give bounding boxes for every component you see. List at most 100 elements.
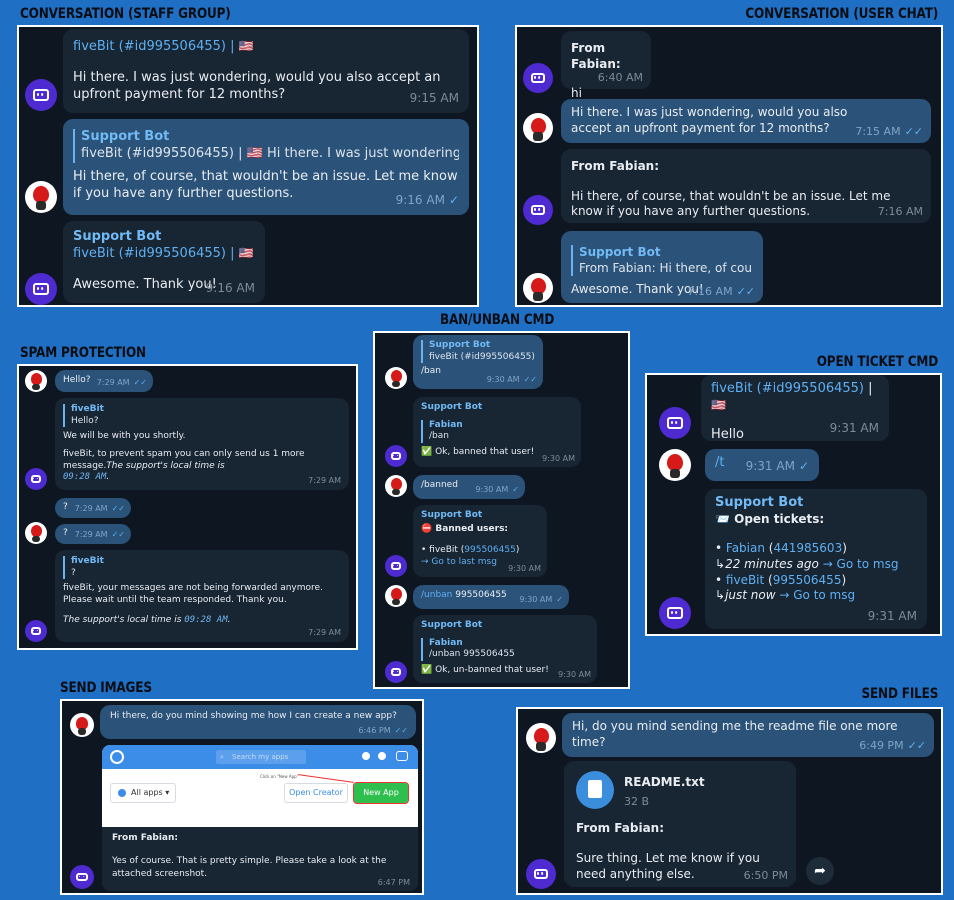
file-icon[interactable] xyxy=(576,771,614,809)
help-icon[interactable] xyxy=(362,752,370,760)
reply-quote[interactable]: Fabian /ban xyxy=(421,419,573,444)
user-avatar-icon[interactable] xyxy=(25,370,47,392)
bot-avatar-icon[interactable] xyxy=(523,195,553,225)
sender-name[interactable]: Support Bot xyxy=(715,495,917,512)
bot-avatar-icon[interactable] xyxy=(523,63,553,93)
message-text: We will be with you shortly. xyxy=(63,431,186,442)
label-send-images: Send Images xyxy=(60,680,152,696)
bot-avatar-icon[interactable] xyxy=(25,79,57,111)
user-avatar-icon[interactable] xyxy=(385,475,407,497)
quote-sender: Fabian xyxy=(429,637,463,648)
user-avatar-icon[interactable] xyxy=(25,181,57,213)
user-avatar-icon[interactable] xyxy=(523,273,553,303)
sender-name[interactable]: Support Bot xyxy=(421,510,539,522)
message-bubble: From Fabian: hi 6:40 AM xyxy=(561,31,651,100)
file-glyph xyxy=(588,780,602,798)
bot-avatar-icon[interactable] xyxy=(385,661,407,683)
double-check-icon: ✓✓ xyxy=(904,124,923,138)
command-text[interactable]: /t xyxy=(715,455,724,470)
message-header[interactable]: fiveBit (#id995506455) | xyxy=(73,246,235,261)
reply-quote[interactable]: Fabian /unban 995506455 xyxy=(421,637,589,662)
open-creator-button[interactable]: Open Creator xyxy=(284,783,348,803)
time-text: 9:16 AM xyxy=(395,193,445,208)
message-bubble: Support Bot ⛔ Banned users: • fiveBit (9… xyxy=(413,505,547,577)
panel-ban-unban: Support Bot fiveBit (#id995506455) ... /… xyxy=(373,331,630,689)
filter-dropdown[interactable]: All apps ▾ xyxy=(110,783,176,803)
new-app-button[interactable]: New App xyxy=(353,782,409,804)
bot-avatar-icon[interactable] xyxy=(659,597,691,629)
share-icon[interactable]: ➦ xyxy=(806,857,834,885)
reply-quote[interactable]: fiveBit ? xyxy=(63,556,341,580)
search-placeholder: Search my apps xyxy=(232,753,289,761)
sender-name[interactable]: Support Bot xyxy=(421,620,589,632)
message-time: 9:30 AM xyxy=(508,563,541,573)
user-id-link[interactable]: 995506455 xyxy=(464,545,516,555)
bot-avatar-icon[interactable] xyxy=(385,445,407,467)
message-bubble: Hi, do you mind sending me the readme fi… xyxy=(562,713,934,757)
panel-open-ticket: fiveBit (#id995506455) | 🇺🇸 Hello 9:31 A… xyxy=(645,373,942,636)
message-bubble: /unban 995506455 9:30 AM ✓ xyxy=(413,585,569,609)
file-name[interactable]: README.txt xyxy=(624,775,705,791)
command-text[interactable]: /unban xyxy=(421,590,452,600)
reply-quote[interactable]: Support Bot From Fabian: Hi there, of co… xyxy=(571,245,753,277)
user-avatar-icon[interactable] xyxy=(523,113,553,143)
from-label: From Fabian: xyxy=(112,833,179,843)
ticket-user-link[interactable]: fiveBit xyxy=(726,573,764,587)
ticket-user-link[interactable]: Fabian xyxy=(726,541,765,555)
message-time: 6:40 AM xyxy=(597,70,643,84)
message-text: The support's local time is 09:28 AM. xyxy=(63,615,341,627)
message-time: 9:31 AM ✓ xyxy=(746,459,809,475)
message-time: 9:30 AM ✓ xyxy=(519,595,563,605)
user-avatar-icon[interactable] xyxy=(25,522,47,544)
ticket-id-link[interactable]: 441985603 xyxy=(773,541,842,555)
quote-text: ? xyxy=(71,567,76,578)
message-bubble: fiveBit ? fiveBit, your messages are not… xyxy=(55,550,349,642)
separator: | xyxy=(868,381,873,396)
bot-avatar-icon[interactable] xyxy=(25,273,57,305)
ticket-item: • fiveBit (995506455) xyxy=(715,572,847,587)
bot-avatar-icon[interactable] xyxy=(659,407,691,439)
bot-avatar-icon[interactable] xyxy=(70,865,94,889)
bot-avatar-icon[interactable] xyxy=(25,468,47,490)
from-label: From Fabian: xyxy=(571,41,621,71)
message-time: 7:16 AM xyxy=(877,204,923,218)
message-bubble: /t 9:31 AM ✓ xyxy=(705,449,819,481)
sender-name[interactable]: Support Bot xyxy=(421,402,573,414)
community-icon[interactable] xyxy=(396,751,408,761)
time-text: 7:29 AM xyxy=(96,377,130,387)
flag-icon: 🇺🇸 xyxy=(238,39,254,53)
bot-avatar-icon[interactable] xyxy=(385,555,407,577)
go-to-msg-link[interactable]: → Go to msg xyxy=(823,557,899,571)
sender-name[interactable]: Support Bot xyxy=(73,229,255,246)
reply-quote[interactable]: Support Bot fiveBit (#id995506455) ... xyxy=(421,340,535,364)
message-text: fiveBit, your messages are not being for… xyxy=(63,583,323,606)
user-avatar-icon[interactable] xyxy=(70,713,94,737)
sender-id[interactable]: (#id995506455) xyxy=(757,381,864,396)
bot-avatar-icon[interactable] xyxy=(25,620,47,642)
message-header[interactable]: fiveBit (#id995506455) | xyxy=(73,39,235,54)
attached-screenshot[interactable]: ⌕ Search my apps All apps ▾ Click on "Ne… xyxy=(102,745,418,827)
user-avatar-icon[interactable] xyxy=(526,723,556,753)
user-icon[interactable] xyxy=(378,752,386,760)
reply-quote[interactable]: Support Bot fiveBit (#id995506455) | 🇺🇸 … xyxy=(73,129,459,163)
user-avatar-icon[interactable] xyxy=(385,585,407,607)
bot-avatar-icon[interactable] xyxy=(526,859,556,889)
sender-name[interactable]: fiveBit xyxy=(711,381,753,396)
user-avatar-icon[interactable] xyxy=(385,367,407,389)
quote-text: fiveBit (#id995506455) | 🇺🇸 Hi there. I … xyxy=(81,145,459,161)
message-bubble: Support Bot Fabian /unban 995506455 ✅ Ok… xyxy=(413,615,597,683)
message-time: 7:29 AM ✓✓ xyxy=(97,378,147,388)
local-time: 09:28 AM xyxy=(63,472,107,483)
message-time: 9:31 AM xyxy=(867,609,917,624)
double-check-icon: ✓✓ xyxy=(111,529,125,539)
message-time: 9:30 AM ✓✓ xyxy=(487,375,537,385)
search-input[interactable]: ⌕ Search my apps xyxy=(216,750,306,764)
double-check-icon: ✓✓ xyxy=(394,725,408,735)
go-to-msg-link[interactable]: → Go to msg xyxy=(779,588,855,602)
reply-quote[interactable]: fiveBit Hello? xyxy=(63,404,341,428)
panel-send-images: Hi there, do you mind showing me how I c… xyxy=(60,699,424,895)
quote-sender: Fabian xyxy=(429,419,463,430)
user-avatar-icon[interactable] xyxy=(659,449,691,481)
ticket-id-link[interactable]: 995506455 xyxy=(773,573,842,587)
hint-arrow xyxy=(298,774,354,783)
